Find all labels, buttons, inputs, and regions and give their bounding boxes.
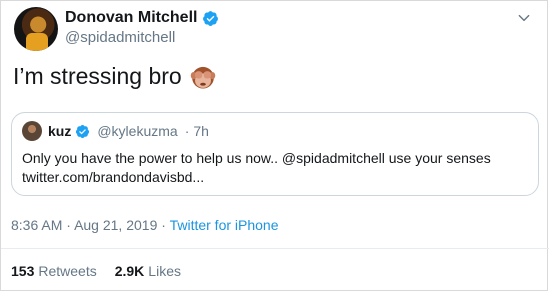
author-name-row: Donovan Mitchell (65, 9, 219, 27)
chevron-down-icon[interactable] (517, 11, 531, 25)
quoted-tweet-body: Only you have the power to help us now..… (22, 149, 532, 187)
retweets-stat[interactable]: 153 Retweets (11, 263, 97, 279)
likes-label: Likes (148, 263, 181, 279)
quoted-text-line-2[interactable]: twitter.com/brandondavisbd... (22, 168, 532, 187)
quoted-tweet-header: kuz @kylekuzma · 7h (22, 121, 209, 141)
divider (1, 248, 549, 249)
quoted-text-line-1: Only you have the power to help us now..… (22, 150, 491, 166)
tweet-stats: 153 Retweets 2.9K Likes (11, 263, 181, 279)
tweet-time[interactable]: 8:36 AM (11, 217, 62, 233)
quoted-time[interactable]: 7h (193, 123, 209, 139)
quoted-verified-badge-icon (76, 124, 90, 138)
meta-separator-1: · (66, 217, 71, 233)
quoted-tweet[interactable]: kuz @kylekuzma · 7h Only you have the po… (11, 112, 539, 196)
quoted-handle[interactable]: @kylekuzma (97, 123, 177, 139)
tweet-text: I’m stressing bro (13, 63, 216, 90)
retweets-count: 153 (11, 263, 35, 279)
see-no-evil-monkey-emoji-icon (190, 66, 215, 89)
tweet-text-content: I’m stressing bro (13, 63, 182, 89)
retweets-label: Retweets (38, 263, 97, 279)
likes-count: 2.9K (114, 263, 145, 279)
quoted-display-name[interactable]: kuz (48, 123, 71, 139)
tweet-meta: 8:36 AM · Aug 21, 2019 · Twitter for iPh… (11, 217, 279, 233)
avatar[interactable] (14, 7, 58, 51)
tweet-date[interactable]: Aug 21, 2019 (74, 217, 157, 233)
tweet-source-link[interactable]: Twitter for iPhone (170, 217, 279, 233)
author-handle[interactable]: @spidadmitchell (65, 29, 175, 46)
avatar-jersey (26, 33, 48, 51)
meta-separator-2: · (161, 217, 166, 233)
author-display-name[interactable]: Donovan Mitchell (65, 9, 197, 27)
quoted-separator: · (184, 123, 190, 139)
likes-stat[interactable]: 2.9K Likes (115, 263, 181, 279)
tweet-card: Donovan Mitchell @spidadmitchell I’m str… (0, 0, 549, 291)
verified-badge-icon (203, 10, 219, 26)
quoted-avatar[interactable] (22, 121, 42, 141)
